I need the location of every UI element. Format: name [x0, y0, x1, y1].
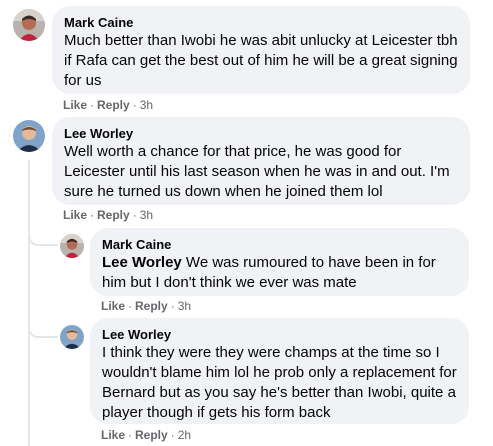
- like-button[interactable]: Like: [63, 208, 87, 222]
- comment-author[interactable]: Lee Worley: [102, 326, 457, 343]
- like-button[interactable]: Like: [101, 299, 125, 313]
- avatar[interactable]: [60, 234, 84, 258]
- comment-author[interactable]: Mark Caine: [102, 236, 457, 253]
- timestamp[interactable]: 3h: [140, 98, 153, 112]
- reply-connector: [28, 312, 58, 338]
- separator-dot: ·: [170, 299, 175, 313]
- comment-text: Lee Worley We was rumoured to have been …: [102, 253, 457, 293]
- separator-dot: ·: [128, 299, 133, 313]
- thread-line: [28, 160, 30, 446]
- comment-actions: Like · Reply · 3h: [63, 98, 153, 112]
- separator-dot: ·: [170, 428, 175, 442]
- like-button[interactable]: Like: [63, 98, 87, 112]
- separator-dot: ·: [90, 208, 95, 222]
- reply-button[interactable]: Reply: [135, 299, 168, 313]
- comment-author[interactable]: Mark Caine: [64, 14, 458, 31]
- timestamp[interactable]: 3h: [178, 299, 191, 313]
- comment-author[interactable]: Lee Worley: [64, 125, 458, 142]
- timestamp[interactable]: 2h: [178, 428, 191, 442]
- avatar[interactable]: [13, 9, 45, 41]
- comment-bubble: Mark Caine Much better than Iwobi he was…: [52, 6, 470, 94]
- reply-button[interactable]: Reply: [97, 208, 130, 222]
- mark-caine-avatar-icon: [60, 234, 84, 258]
- lee-worley-avatar-icon: [60, 325, 84, 349]
- mention-link[interactable]: Lee Worley: [102, 254, 182, 271]
- comment-actions: Like · Reply · 3h: [63, 208, 153, 222]
- comment-bubble: Mark Caine Lee Worley We was rumoured to…: [90, 228, 469, 296]
- lee-worley-avatar-icon: [13, 120, 45, 152]
- comment-actions: Like · Reply · 2h: [101, 428, 191, 442]
- comment-text: Much better than Iwobi he was abit unluc…: [64, 32, 458, 89]
- reply-connector: [28, 222, 58, 246]
- avatar[interactable]: [13, 120, 45, 152]
- comment-actions: Like · Reply · 3h: [101, 299, 191, 313]
- avatar[interactable]: [60, 325, 84, 349]
- comment-text: Well worth a chance for that price, he w…: [64, 143, 450, 200]
- separator-dot: ·: [132, 208, 137, 222]
- reply-button[interactable]: Reply: [97, 98, 130, 112]
- mark-caine-avatar-icon: [13, 9, 45, 41]
- separator-dot: ·: [128, 428, 133, 442]
- comment-bubble: Lee Worley I think they were they were c…: [90, 318, 469, 424]
- like-button[interactable]: Like: [101, 428, 125, 442]
- comment-bubble: Lee Worley Well worth a chance for that …: [52, 117, 470, 205]
- comment-text: I think they were they were champs at th…: [102, 344, 457, 421]
- separator-dot: ·: [132, 98, 137, 112]
- separator-dot: ·: [90, 98, 95, 112]
- reply-button[interactable]: Reply: [135, 428, 168, 442]
- timestamp[interactable]: 3h: [140, 208, 153, 222]
